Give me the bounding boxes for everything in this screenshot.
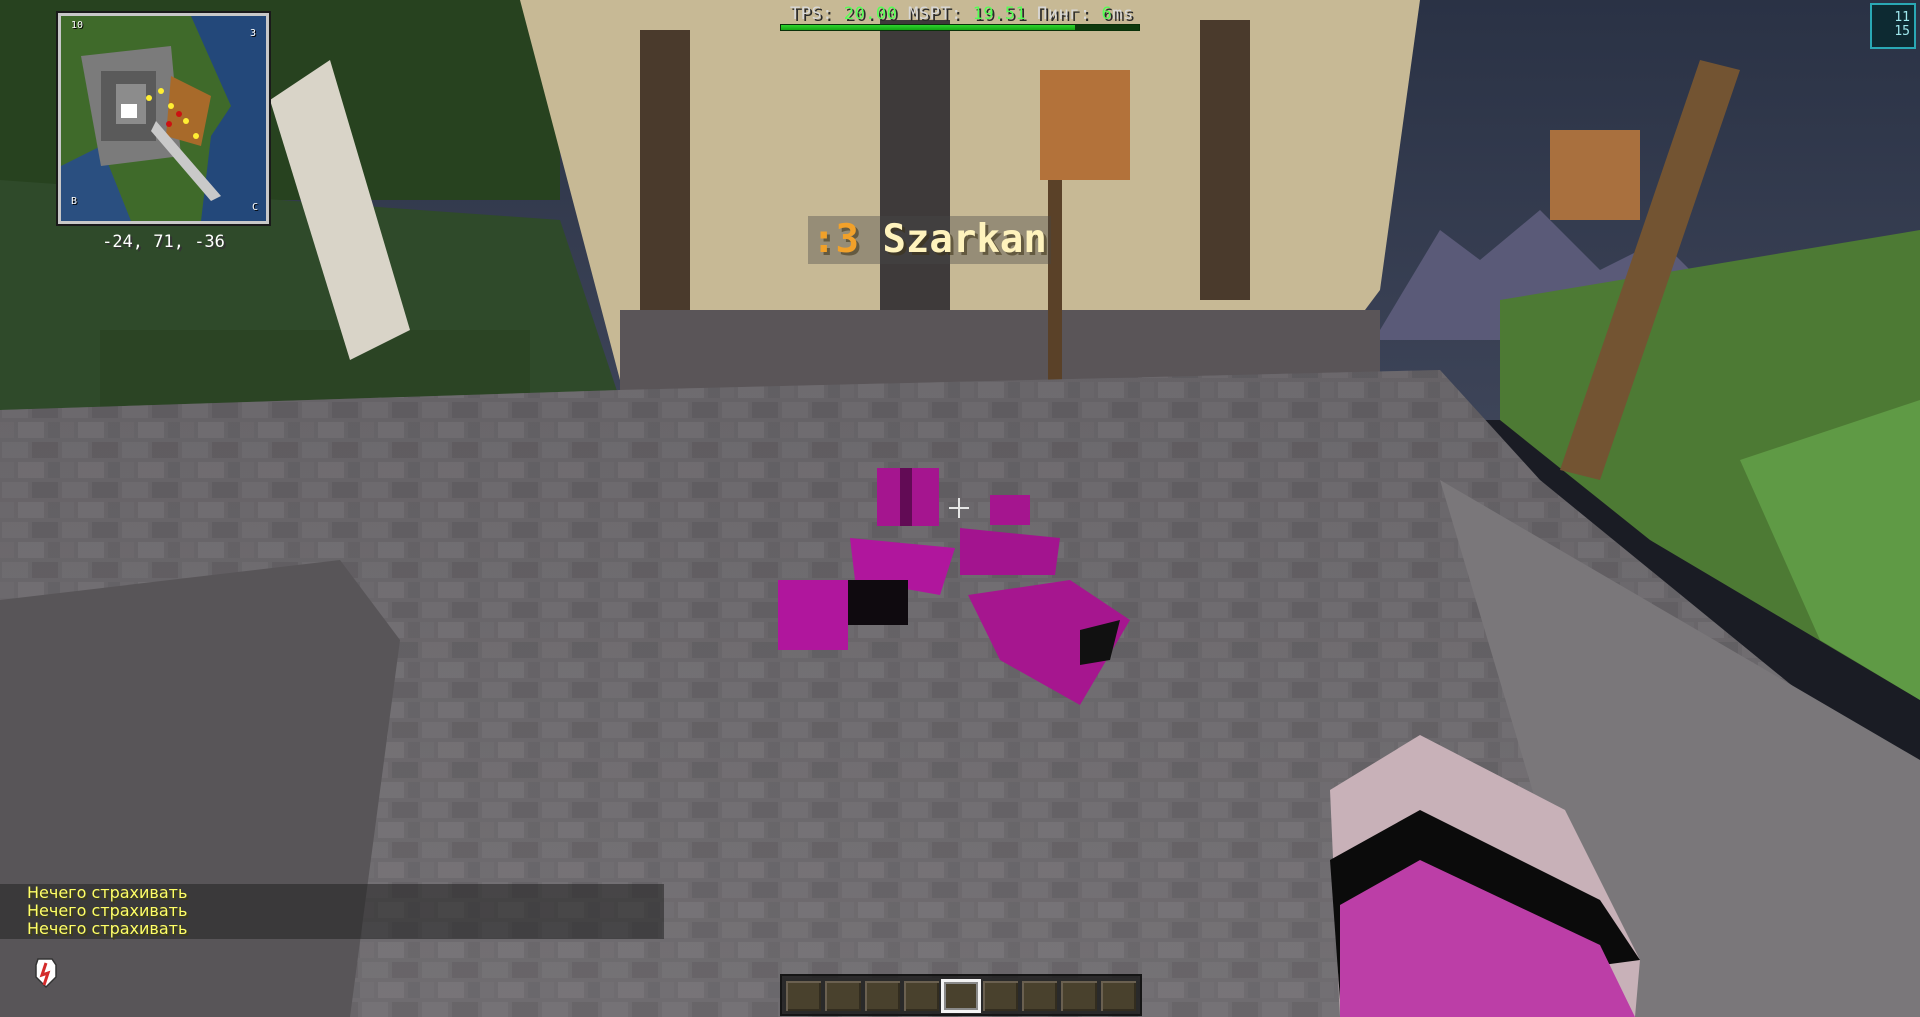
server-stats: TPS: 20.00 MSPT: 19.51 Пинг: 6ms [790,4,1134,24]
minimap-corner-bl: B [71,196,78,207]
hotbar-slot-6[interactable] [980,979,1020,1013]
hotbar[interactable] [780,974,1142,1016]
hotbar-slot-1[interactable] [784,979,824,1013]
nameplate-prefix: :3 [812,217,859,262]
crosshair [949,498,969,518]
armor-shield-icon [35,958,57,989]
minimap-terrain [61,16,266,221]
nameplate-player-name: Szarkan [882,217,1047,262]
mspt-label: MSPT: [908,4,962,24]
clock-widget: 11 15 [1870,3,1916,49]
chat-message: Нечего страхивать [27,919,188,938]
lamp-post [1040,70,1130,180]
right-lamp [1550,130,1640,220]
tps-bar-fill [781,25,1075,30]
player-nameplate: :3 Szarkan [808,216,1051,264]
coordinates-readout: -24, 71, -36 [102,232,225,252]
tps-label: TPS: [790,4,833,24]
clock-line-1: 11 [1894,10,1910,25]
minimap: 10 3 B C [58,13,269,224]
hotbar-slot-8[interactable] [1059,979,1099,1013]
ping-label: Пинг: [1037,4,1091,24]
hotbar-slot-4[interactable] [901,979,942,1013]
minimap-corner-tr: 3 [249,28,256,39]
chat-log: Нечего страхивать Нечего страхивать Нече… [0,884,664,939]
hotbar-slot-5-selected[interactable] [941,979,981,1013]
minimap-player-marker [121,104,137,118]
clock-line-2: 15 [1894,24,1910,39]
tps-value: 20.00 [843,4,898,24]
chat-message: Нечего страхивать [27,883,188,902]
lamp-pole [1048,180,1062,400]
ping-value: 6 [1101,4,1113,24]
tps-bar [780,24,1140,31]
hotbar-slot-7[interactable] [1020,979,1060,1013]
building-window-1 [640,30,690,310]
building-window-2 [880,20,950,320]
hotbar-slot-3[interactable] [862,979,902,1013]
ping-unit: ms [1112,4,1134,24]
building-window-3 [1200,20,1250,300]
left-stone-wall [0,560,400,1017]
minimap-corner-br: C [251,202,258,213]
chat-message: Нечего страхивать [27,901,188,920]
hotbar-slot-9[interactable] [1098,979,1138,1013]
hotbar-slot-2[interactable] [823,979,863,1013]
minimap-corner-tl: 10 [71,20,84,31]
mspt-value: 19.51 [972,4,1027,24]
